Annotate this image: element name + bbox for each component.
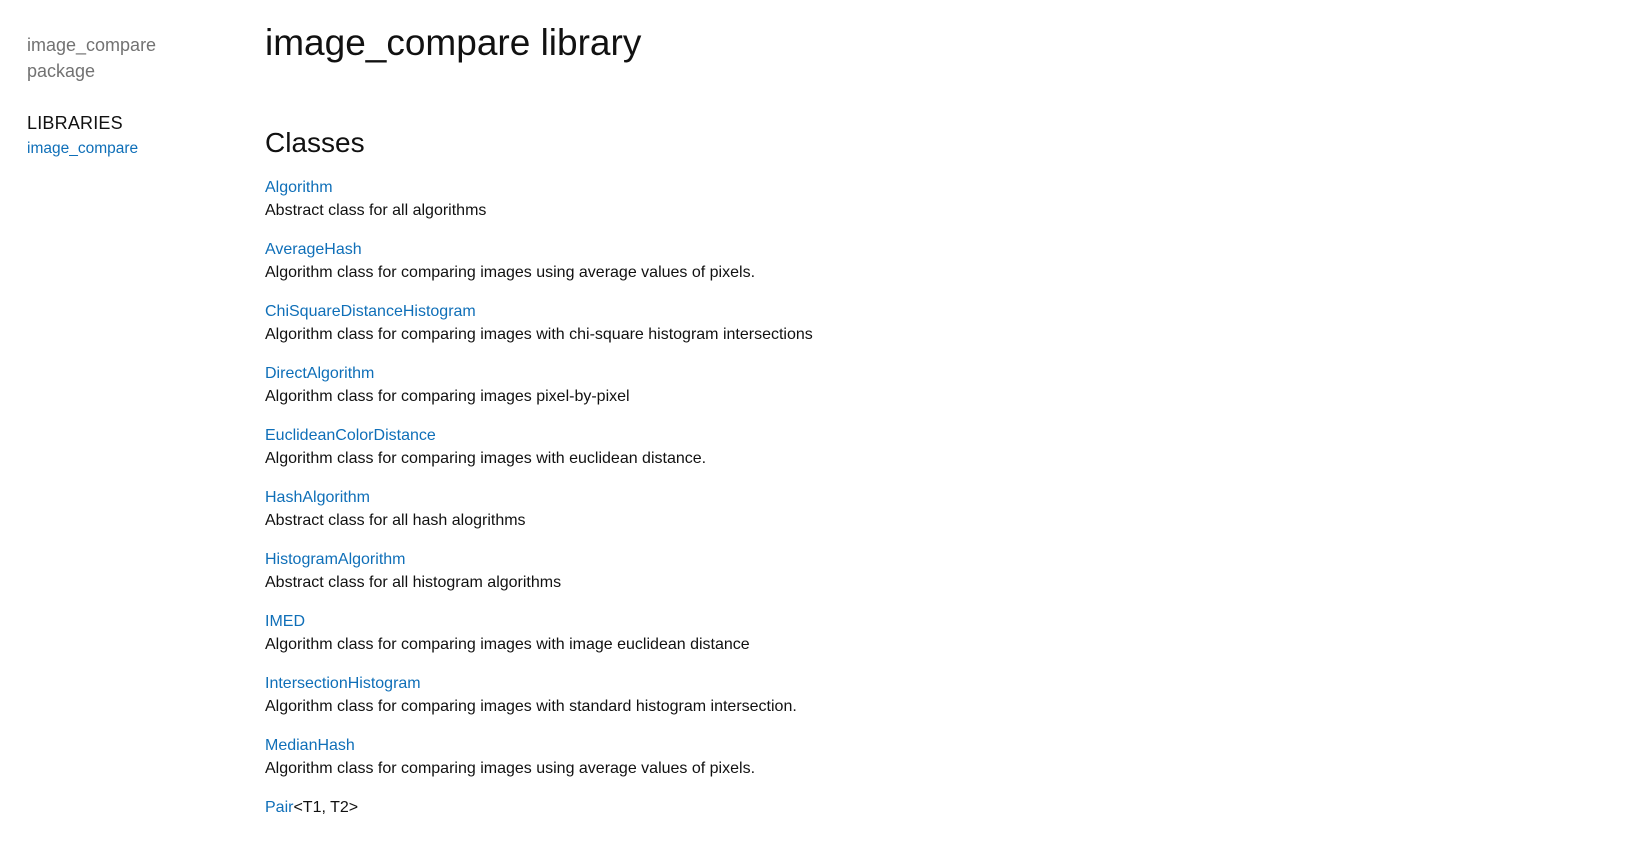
class-link-imed[interactable]: IMED bbox=[265, 610, 305, 633]
class-item-directalgorithm: DirectAlgorithm Algorithm class for comp… bbox=[265, 362, 1565, 424]
class-description: Algorithm class for comparing images wit… bbox=[265, 450, 707, 467]
libraries-heading: LIBRARIES bbox=[27, 113, 123, 133]
class-description: Algorithm class for comparing images pix… bbox=[265, 388, 630, 405]
class-link-averagehash[interactable]: AverageHash bbox=[265, 238, 362, 261]
class-description: Abstract class for all histogram algorit… bbox=[265, 574, 562, 591]
class-link-pair[interactable]: Pair bbox=[265, 796, 293, 819]
class-description: Abstract class for all hash alogrithms bbox=[265, 512, 526, 529]
package-name: image_compare package bbox=[27, 35, 157, 81]
class-description: Algorithm class for comparing images wit… bbox=[265, 326, 813, 343]
class-item-chisquaredistancehistogram: ChiSquareDistanceHistogram Algorithm cla… bbox=[265, 300, 1565, 362]
class-link-hashalgorithm[interactable]: HashAlgorithm bbox=[265, 486, 370, 509]
class-item-euclideancolordistance: EuclideanColorDistance Algorithm class f… bbox=[265, 424, 1565, 486]
class-description: Algorithm class for comparing images usi… bbox=[265, 264, 756, 281]
class-link-directalgorithm[interactable]: DirectAlgorithm bbox=[265, 362, 374, 385]
section-title-classes: Classes bbox=[265, 127, 365, 158]
class-description: Algorithm class for comparing images wit… bbox=[265, 636, 750, 653]
main-content: image_compare library Classes Algorithm … bbox=[265, 18, 1565, 858]
class-item-hashalgorithm: HashAlgorithm Abstract class for all has… bbox=[265, 486, 1565, 548]
class-link-euclideancolordistance[interactable]: EuclideanColorDistance bbox=[265, 424, 436, 447]
class-item-algorithm: Algorithm Abstract class for all algorit… bbox=[265, 176, 1565, 238]
page-title: image_compare library bbox=[265, 22, 642, 63]
class-link-histogramalgorithm[interactable]: HistogramAlgorithm bbox=[265, 548, 405, 571]
class-list: Algorithm Abstract class for all algorit… bbox=[265, 176, 1565, 858]
library-link-image-compare[interactable]: image_compare bbox=[27, 139, 227, 159]
class-item-pair: Pair<T1, T2> bbox=[265, 796, 1565, 858]
class-description: Abstract class for all algorithms bbox=[265, 202, 487, 219]
class-item-intersectionhistogram: IntersectionHistogram Algorithm class fo… bbox=[265, 672, 1565, 734]
class-item-imed: IMED Algorithm class for comparing image… bbox=[265, 610, 1565, 672]
class-item-histogramalgorithm: HistogramAlgorithm Abstract class for al… bbox=[265, 548, 1565, 610]
class-link-chisquaredistancehistogram[interactable]: ChiSquareDistanceHistogram bbox=[265, 300, 476, 323]
type-parameters: <T1, T2> bbox=[293, 799, 359, 816]
class-description: Algorithm class for comparing images wit… bbox=[265, 698, 797, 715]
class-item-averagehash: AverageHash Algorithm class for comparin… bbox=[265, 238, 1565, 300]
class-description: Algorithm class for comparing images usi… bbox=[265, 760, 756, 777]
class-item-medianhash: MedianHash Algorithm class for comparing… bbox=[265, 734, 1565, 796]
class-link-intersectionhistogram[interactable]: IntersectionHistogram bbox=[265, 672, 421, 695]
class-link-algorithm[interactable]: Algorithm bbox=[265, 176, 333, 199]
class-link-medianhash[interactable]: MedianHash bbox=[265, 734, 355, 757]
sidebar: image_compare package LIBRARIES image_co… bbox=[27, 32, 227, 159]
